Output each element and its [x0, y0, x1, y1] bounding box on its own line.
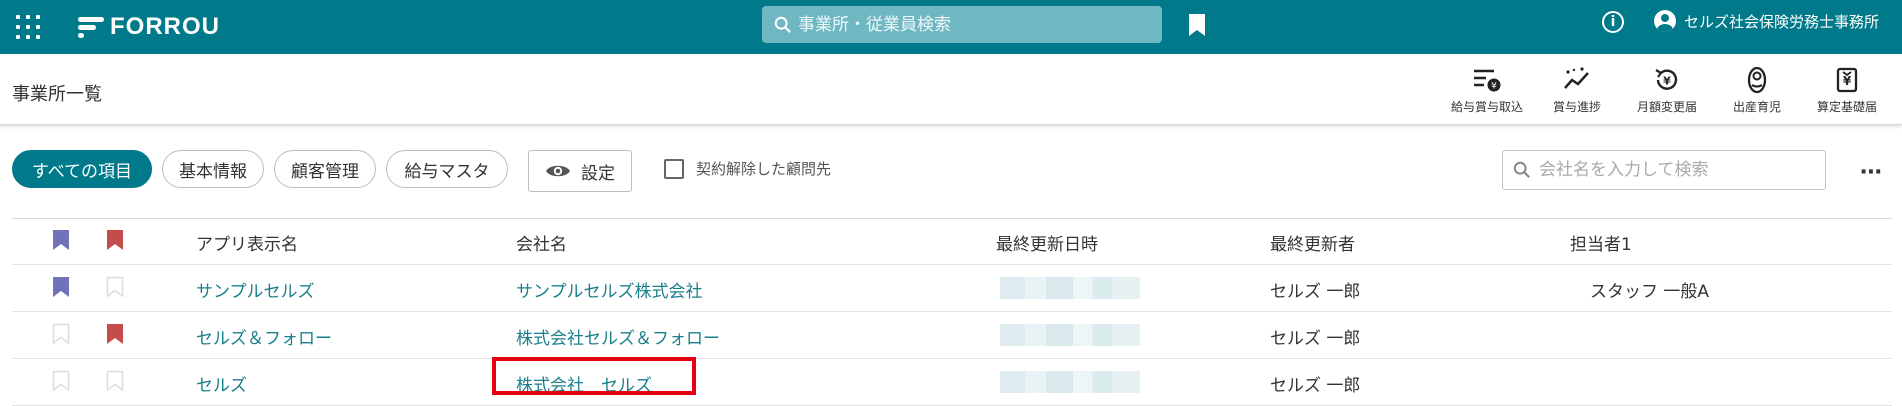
toolbar-monthly-change[interactable]: ¥ 月額変更届: [1622, 66, 1712, 115]
purple-bookmark-icon[interactable]: [52, 229, 70, 251]
svg-text:¥: ¥: [1491, 82, 1497, 92]
svg-text:¥: ¥: [1663, 75, 1671, 88]
global-search[interactable]: [762, 6, 1162, 43]
settings-label: 設定: [581, 163, 615, 184]
info-icon[interactable]: i: [1602, 11, 1624, 33]
account-circle-icon: [1654, 10, 1676, 32]
payroll-import-icon: ¥: [1474, 69, 1501, 92]
company-search[interactable]: [1502, 150, 1826, 190]
search-icon: [774, 16, 791, 33]
last-updater: セルズ 一郎: [1270, 329, 1361, 349]
purple-bookmark-icon[interactable]: [52, 276, 70, 298]
table-row[interactable]: セルズ＆フォロー 株式会社セルズ＆フォロー セルズ 一郎: [12, 312, 1892, 359]
column-last-updated[interactable]: 最終更新日時: [996, 230, 1098, 255]
sub-header: 事業所一覧 ¥ 給与賞与取込 賞与進捗 ¥ 月額変更届 出産育児 ¥ 算定基礎届: [0, 54, 1902, 125]
app-name-link[interactable]: セルズ: [196, 371, 247, 396]
childbirth-icon: [1747, 66, 1767, 94]
search-icon: [1513, 161, 1530, 178]
chip-basic-info[interactable]: 基本情報: [162, 150, 264, 188]
cancelled-contracts-filter[interactable]: 契約解除した顧問先: [664, 158, 831, 179]
toolbar-childbirth[interactable]: 出産育児: [1712, 66, 1802, 115]
table-row[interactable]: セルズ 株式会社 セルズ セルズ 一郎: [12, 357, 1892, 406]
account-name: セルズ社会保険労務士事務所: [1684, 12, 1880, 31]
cancelled-contracts-label: 契約解除した顧問先: [696, 160, 832, 178]
table-header: アプリ表示名 会社名 最終更新日時 最終更新者 担当者1: [12, 218, 1892, 265]
assignee: スタッフ 一般A: [1590, 282, 1710, 302]
bookmark-outline-icon[interactable]: [52, 370, 70, 392]
global-search-input[interactable]: [796, 13, 1140, 36]
company-table: アプリ表示名 会社名 最終更新日時 最終更新者 担当者1 サンプルセルズ サンプ…: [12, 218, 1892, 406]
chip-payroll-master[interactable]: 給与マスタ: [386, 150, 508, 188]
company-search-input[interactable]: [1537, 159, 1821, 181]
red-bookmark-icon[interactable]: [106, 229, 124, 251]
toolbar-calculation-base[interactable]: ¥ 算定基礎届: [1802, 66, 1892, 115]
redacted-timestamp: [1000, 371, 1140, 393]
company-name-link[interactable]: 株式会社セルズ＆フォロー: [516, 324, 720, 349]
cancelled-contracts-checkbox[interactable]: [664, 158, 684, 179]
page-title: 事業所一覧: [12, 84, 102, 105]
bookmark-icon[interactable]: [1188, 13, 1206, 37]
eye-icon: [546, 165, 570, 177]
column-last-updater[interactable]: 最終更新者: [1270, 230, 1355, 255]
bookmark-outline-icon[interactable]: [106, 370, 124, 392]
top-bar: FORROU i セルズ社会保険労務士事務所: [0, 0, 1902, 54]
bookmark-outline-icon[interactable]: [52, 323, 70, 345]
settings-button[interactable]: 設定: [528, 150, 632, 192]
calculation-base-icon: ¥: [1836, 67, 1858, 93]
app-grid-icon[interactable]: [16, 15, 40, 39]
column-assignee[interactable]: 担当者1: [1570, 230, 1632, 255]
highlight-box: [492, 357, 696, 395]
monthly-change-icon: ¥: [1655, 69, 1678, 90]
logo-text: FORROU: [110, 13, 220, 40]
redacted-timestamp: [1000, 277, 1140, 299]
chip-customer-management[interactable]: 顧客管理: [274, 150, 376, 188]
toolbar-payroll-import[interactable]: ¥ 給与賞与取込: [1442, 66, 1532, 115]
more-options-icon[interactable]: ⋯: [1860, 160, 1883, 185]
account-menu[interactable]: セルズ社会保険労務士事務所: [1654, 10, 1879, 32]
last-updater: セルズ 一郎: [1270, 376, 1361, 396]
filter-bar: すべての項目 基本情報 顧客管理 給与マスタ 設定 契約解除した顧問先 ⋯: [0, 150, 1902, 192]
bookmark-outline-icon[interactable]: [106, 276, 124, 298]
app-name-link[interactable]: サンプルセルズ: [196, 277, 315, 302]
last-updater: セルズ 一郎: [1270, 282, 1361, 302]
red-bookmark-icon[interactable]: [106, 323, 124, 345]
table-row[interactable]: サンプルセルズ サンプルセルズ株式会社 セルズ 一郎 スタッフ 一般A: [12, 265, 1892, 312]
redacted-timestamp: [1000, 324, 1140, 346]
app-name-link[interactable]: セルズ＆フォロー: [196, 324, 332, 349]
company-name-link[interactable]: サンプルセルズ株式会社: [516, 277, 703, 302]
bonus-progress-icon: [1564, 67, 1589, 89]
svg-text:¥: ¥: [1843, 74, 1852, 88]
toolbar-bonus-progress[interactable]: 賞与進捗: [1532, 66, 1622, 115]
logo[interactable]: FORROU: [78, 10, 220, 44]
logo-icon: [78, 15, 104, 39]
chip-all-items[interactable]: すべての項目: [12, 150, 152, 188]
column-app-name[interactable]: アプリ表示名: [196, 230, 298, 255]
column-company-name[interactable]: 会社名: [516, 230, 567, 255]
